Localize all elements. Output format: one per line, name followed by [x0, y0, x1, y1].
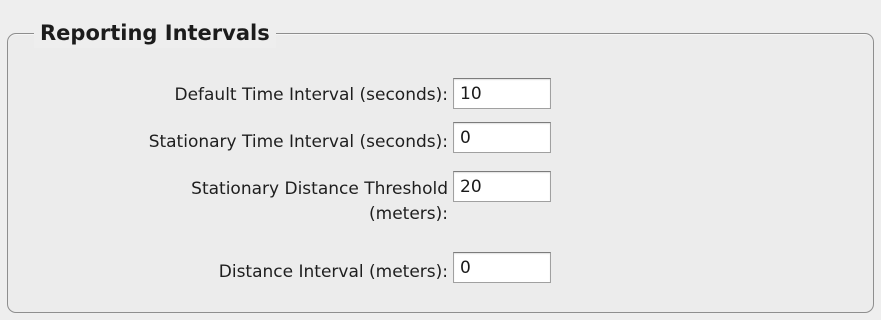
stationary-distance-threshold-label-line1: Stationary Distance Threshold: [191, 179, 448, 199]
default-time-interval-label: Default Time Interval (seconds):: [174, 85, 448, 105]
stationary-distance-threshold-input[interactable]: [453, 171, 551, 202]
stationary-distance-threshold-label-line2: (meters):: [369, 204, 448, 224]
stationary-time-interval-input[interactable]: [453, 122, 551, 153]
panel-legend: Reporting Intervals: [34, 18, 276, 48]
stationary-time-interval-label: Stationary Time Interval (seconds):: [148, 132, 448, 152]
distance-interval-input[interactable]: [453, 252, 551, 283]
stationary-distance-threshold-label: Stationary Distance Threshold (meters):: [191, 178, 448, 225]
distance-interval-label: Distance Interval (meters):: [218, 262, 448, 282]
default-time-interval-input[interactable]: [453, 78, 551, 109]
